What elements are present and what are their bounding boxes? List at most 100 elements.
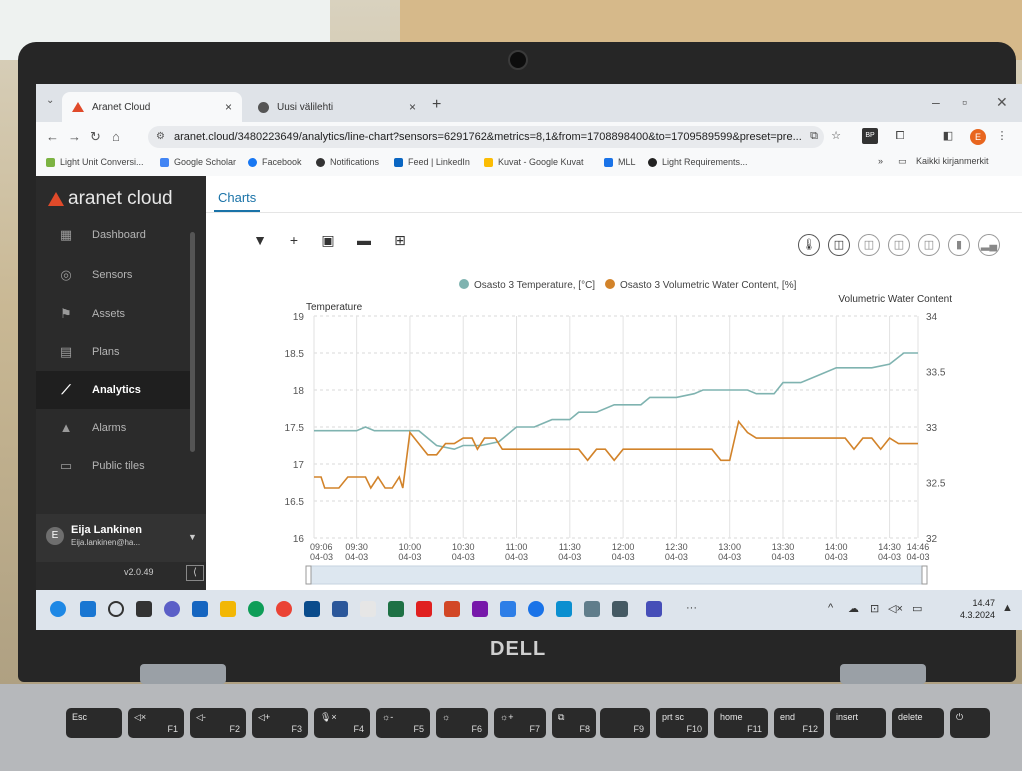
signal-icon[interactable]: ▂▄ [978,234,1000,256]
keyboard-key[interactable]: Esc [66,708,122,738]
add-icon[interactable]: + [284,232,304,248]
keyboard-key[interactable]: F9 [600,708,650,738]
soil-icon[interactable]: ◫ [858,234,880,256]
sidebar-item-dashboard[interactable]: ▦ Dashboard [36,216,190,254]
forward-icon[interactable]: → [68,129,81,144]
excel-icon[interactable] [388,601,404,617]
edge-icon[interactable] [248,601,264,617]
tray-chevron-icon[interactable]: ^ [828,602,833,614]
chat-icon[interactable] [164,601,180,617]
app-icon[interactable] [500,601,516,617]
menu-icon[interactable]: ⋮ [994,128,1010,144]
browser-tab-aranet[interactable]: Aranet Cloud × [62,92,242,122]
close-window-icon[interactable]: ✕ [996,94,1008,111]
pore-icon[interactable]: ◫ [888,234,910,256]
keyboard-key[interactable]: end F12 [774,708,824,738]
keyboard-key[interactable]: ☼+ F7 [494,708,546,738]
onedrive-icon[interactable]: ☁ [848,602,859,615]
bookmark-item[interactable]: Google Scholar [160,157,236,167]
bookmark-item[interactable]: Kuvat - Google Kuvat [484,157,584,167]
collapse-sidebar-icon[interactable]: ⟨ [186,565,204,581]
battery-icon[interactable]: ▮ [948,234,970,256]
calculator-icon[interactable] [612,601,628,617]
bookmark-item[interactable]: Facebook [248,157,302,167]
file-explorer-icon[interactable] [220,601,236,617]
network-icon[interactable]: ⊡ [870,602,879,615]
keyboard-key[interactable]: home F11 [714,708,768,738]
site-info-icon[interactable]: ⚙ [156,126,165,148]
sidebar-item-plans[interactable]: ▤ Plans [36,333,190,371]
keyboard-key[interactable]: delete [892,708,944,738]
bookmark-item[interactable]: Feed | LinkedIn [394,157,470,167]
powerpoint-icon[interactable] [444,601,460,617]
store-icon[interactable] [304,601,320,617]
keyboard-key[interactable]: ◁+ F3 [252,708,308,738]
side-panel-icon[interactable]: ◧ [940,128,956,144]
battery-tray-icon[interactable]: ▭ [912,602,922,615]
task-view-icon[interactable] [136,601,152,617]
tab-search-icon[interactable]: ⌄ [46,95,54,106]
bookmark-item[interactable]: Notifications [316,157,379,167]
close-tab-icon[interactable]: × [225,100,232,114]
word-icon[interactable] [332,601,348,617]
notifications-bell-icon[interactable]: ▲ [1002,602,1013,614]
home-icon[interactable]: ⌂ [112,129,120,144]
taskbar-overflow[interactable]: ··· [686,602,697,614]
volume-icon[interactable]: ◁× [888,602,903,615]
bookmark-item[interactable]: MLL [604,157,636,167]
bookmark-star-icon[interactable]: ☆ [828,128,844,144]
install-app-icon[interactable]: ⧉ [806,128,822,144]
extensions-icon[interactable]: ⧠ [892,128,908,144]
browser-tab-new[interactable]: Uusi välilehti × [248,92,426,122]
search-icon[interactable] [108,601,124,617]
thermometer-icon[interactable]: 🌡 [798,234,820,256]
start-icon[interactable] [80,601,96,617]
profile-avatar[interactable]: E [970,129,986,145]
maximize-icon[interactable]: ▫ [962,94,967,110]
url-bar[interactable]: ⚙ aranet.cloud/3480223649/analytics/line… [148,126,824,148]
keyboard-key[interactable]: ⧉ F8 [552,708,596,738]
app-icon[interactable] [360,601,376,617]
reload-icon[interactable]: ↻ [90,129,101,145]
outlook-icon[interactable] [192,601,208,617]
minimize-icon[interactable]: – [932,94,940,110]
keyboard-key[interactable]: ☼ F6 [436,708,488,738]
water-content-icon[interactable]: ◫ [828,234,850,256]
app-icon[interactable] [556,601,572,617]
bookmark-item[interactable]: Light Unit Conversi... [46,157,144,167]
bulk-icon[interactable]: ◫ [918,234,940,256]
extension-bp-icon[interactable]: BP [862,128,878,144]
keyboard-key[interactable]: insert [830,708,886,738]
user-menu[interactable]: E Eija Lankinen Eija.lankinen@ha... ▼ [36,514,206,562]
close-tab-icon[interactable]: × [409,100,416,114]
all-bookmarks[interactable]: Kaikki kirjanmerkit [916,156,989,166]
onenote-icon[interactable] [472,601,488,617]
sidebar-item-sensors[interactable]: ◎ Sensors [36,256,190,294]
card-icon[interactable]: ▬ [354,232,374,248]
calendar-icon[interactable]: ▣ [318,232,338,249]
keyboard-key[interactable]: ☼- F5 [376,708,430,738]
filter-icon[interactable]: ▼ [250,232,270,248]
sidebar-scrollbar[interactable] [190,232,195,452]
sidebar-item-public-tiles[interactable]: ▭ Public tiles [36,447,190,485]
app-icon[interactable] [584,601,600,617]
sidebar-item-assets[interactable]: ⚑ Assets [36,295,190,333]
keyboard-key[interactable]: ◁- F2 [190,708,246,738]
back-icon[interactable]: ← [46,129,59,144]
sidebar-item-alarms[interactable]: ▲ Alarms [36,409,190,447]
acrobat-icon[interactable] [416,601,432,617]
keyboard-key[interactable]: 🎙× F4 [314,708,370,738]
keyboard-key[interactable]: ⏻ [950,708,990,738]
sidebar-item-analytics[interactable]: ⟋ Analytics [36,371,190,409]
zoom-icon[interactable] [528,601,544,617]
taskbar-clock[interactable]: 14.47 4.3.2024 [960,597,995,621]
teams-icon[interactable] [646,601,662,617]
bookmarks-overflow[interactable]: » [878,156,883,166]
export-icon[interactable]: ⊞ [390,232,410,249]
chrome-icon[interactable] [276,601,292,617]
brand[interactable]: aranet cloud [48,188,173,210]
tab-charts[interactable]: Charts [218,190,256,205]
weather-icon[interactable] [50,601,66,617]
keyboard-key[interactable]: ◁× F1 [128,708,184,738]
bookmark-item[interactable]: Light Requirements... [648,157,748,167]
